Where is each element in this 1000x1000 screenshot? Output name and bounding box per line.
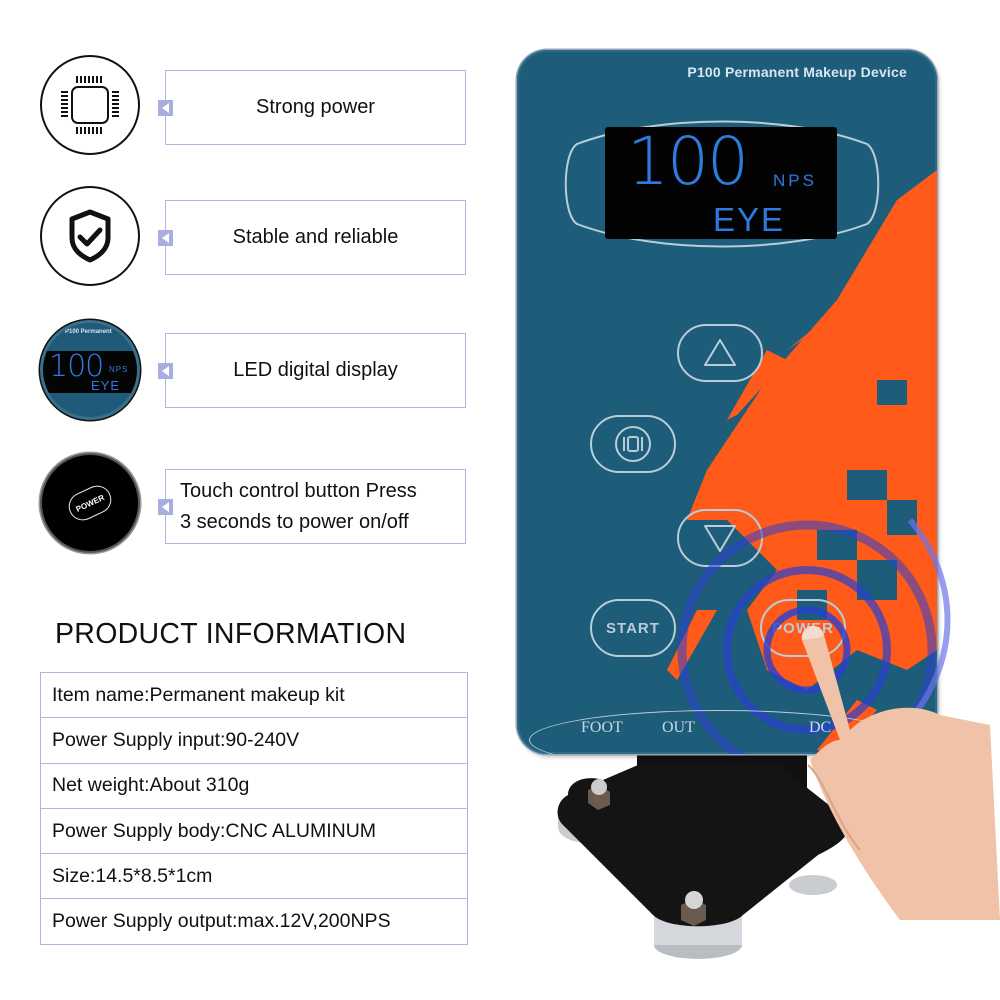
product-info-table: Item name:Permanent makeup kit Power Sup… xyxy=(40,672,468,945)
mini-brand-text: P100 Permanent xyxy=(65,329,112,335)
feature-box-led: LED digital display xyxy=(158,333,466,408)
table-row: Power Supply input:90-240V xyxy=(41,718,467,764)
device-brand: P100 Permanent Makeup Device xyxy=(687,64,907,80)
lcd-value: 100 xyxy=(627,123,749,200)
hand-finger-image xyxy=(801,625,1000,920)
mini-lcd-mode: EYE xyxy=(91,378,121,393)
feature-label: Stable and reliable xyxy=(232,226,399,248)
lcd-display-icon: P100 Permanent 100 NPS EYE xyxy=(40,320,140,420)
mode-button[interactable] xyxy=(590,415,676,473)
table-row: Net weight:About 310g xyxy=(41,764,467,809)
lcd-mode: EYE xyxy=(713,201,786,238)
feature-label-line: Touch control button Press xyxy=(180,479,417,502)
feature-label: Strong power xyxy=(256,96,375,118)
feature-label: LED digital display xyxy=(233,359,398,381)
lcd-unit: NPS xyxy=(773,171,817,190)
port-foot: FOOT xyxy=(581,719,623,736)
up-button[interactable] xyxy=(677,324,763,382)
triangle-up-icon xyxy=(704,339,736,366)
power-pill-text: POWER xyxy=(64,481,116,525)
feature-label-line: 3 seconds to power on/off xyxy=(180,510,409,533)
lcd-display: 100 NPS EYE xyxy=(605,123,837,239)
power-button-icon: POWER xyxy=(40,453,140,553)
product-info-title: PRODUCT INFORMATION xyxy=(55,618,407,650)
shield-check-icon xyxy=(40,186,140,286)
table-row: Power Supply body:CNC ALUMINUM xyxy=(41,809,467,855)
mini-lcd: 100 NPS EYE xyxy=(43,349,137,393)
mode-icon xyxy=(615,426,651,462)
feature-box-touch: Touch control button Press 3 seconds to … xyxy=(158,469,466,544)
feature-box-stable: Stable and reliable xyxy=(158,200,466,275)
feature-box-strong-power: Strong power xyxy=(158,70,466,145)
table-row: Item name:Permanent makeup kit xyxy=(41,673,467,719)
pointer-icon xyxy=(158,229,173,246)
table-row: Power Supply output:max.12V,200NPS xyxy=(41,899,467,945)
table-row: Size:14.5*8.5*1cm xyxy=(41,854,467,900)
pointer-icon xyxy=(158,99,173,116)
mini-lcd-unit: NPS xyxy=(109,365,129,374)
chip-icon xyxy=(40,55,140,155)
pointer-icon xyxy=(158,362,173,379)
pointer-icon xyxy=(158,498,173,515)
